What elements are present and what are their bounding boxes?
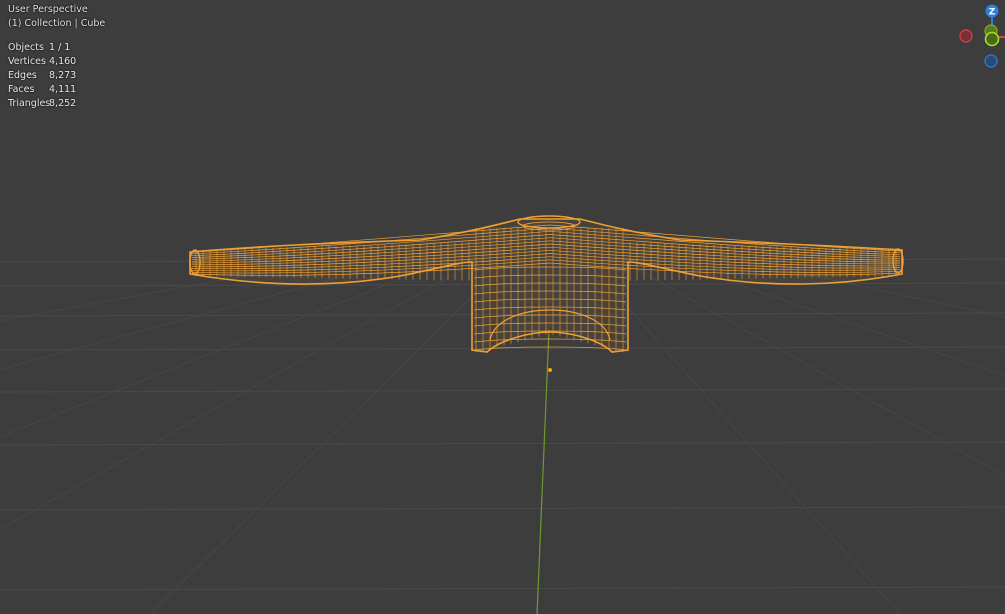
stat-label: Triangles bbox=[8, 98, 51, 110]
grid-line bbox=[0, 586, 1005, 591]
3d-viewport[interactable] bbox=[0, 0, 1005, 614]
stat-value: 1 / 1 bbox=[49, 41, 71, 53]
y-axis-ball[interactable] bbox=[984, 31, 1000, 47]
stat-row-objects: Objects 1 / 1 bbox=[8, 40, 76, 54]
object-origin-dot bbox=[548, 368, 552, 372]
sweater-mesh-wireframe[interactable] bbox=[189, 215, 904, 353]
stat-row-vertices: Vertices 4,160 bbox=[8, 54, 76, 68]
stat-label: Faces bbox=[8, 84, 35, 96]
neg-z-axis-ball[interactable] bbox=[984, 54, 998, 68]
stat-value: 4,160 bbox=[49, 55, 77, 67]
neg-x-axis-ball[interactable] bbox=[959, 29, 973, 43]
stat-label: Edges bbox=[8, 69, 37, 81]
scene-statistics: Objects 1 / 1 Vertices 4,160 Edges 8,273… bbox=[8, 40, 76, 111]
view-perspective-label: User Perspective bbox=[8, 4, 88, 15]
stat-row-faces: Faces 4,111 bbox=[8, 83, 76, 97]
stat-value: 4,111 bbox=[49, 84, 77, 96]
stat-label: Objects bbox=[8, 41, 44, 53]
stat-value: 8,252 bbox=[49, 98, 77, 110]
grid-line bbox=[0, 346, 1005, 351]
z-axis-label: Z bbox=[989, 8, 996, 18]
stat-row-triangles: Triangles 8,252 bbox=[8, 97, 76, 111]
stat-row-edges: Edges 8,273 bbox=[8, 68, 76, 82]
stat-value: 8,273 bbox=[49, 69, 77, 81]
y-axis-line bbox=[536, 329, 550, 614]
stat-label: Vertices bbox=[8, 55, 46, 67]
grid-line bbox=[0, 506, 1005, 511]
collection-object-label: (1) Collection | Cube bbox=[8, 18, 106, 29]
navigation-gizmo[interactable]: Z bbox=[945, 0, 1005, 80]
